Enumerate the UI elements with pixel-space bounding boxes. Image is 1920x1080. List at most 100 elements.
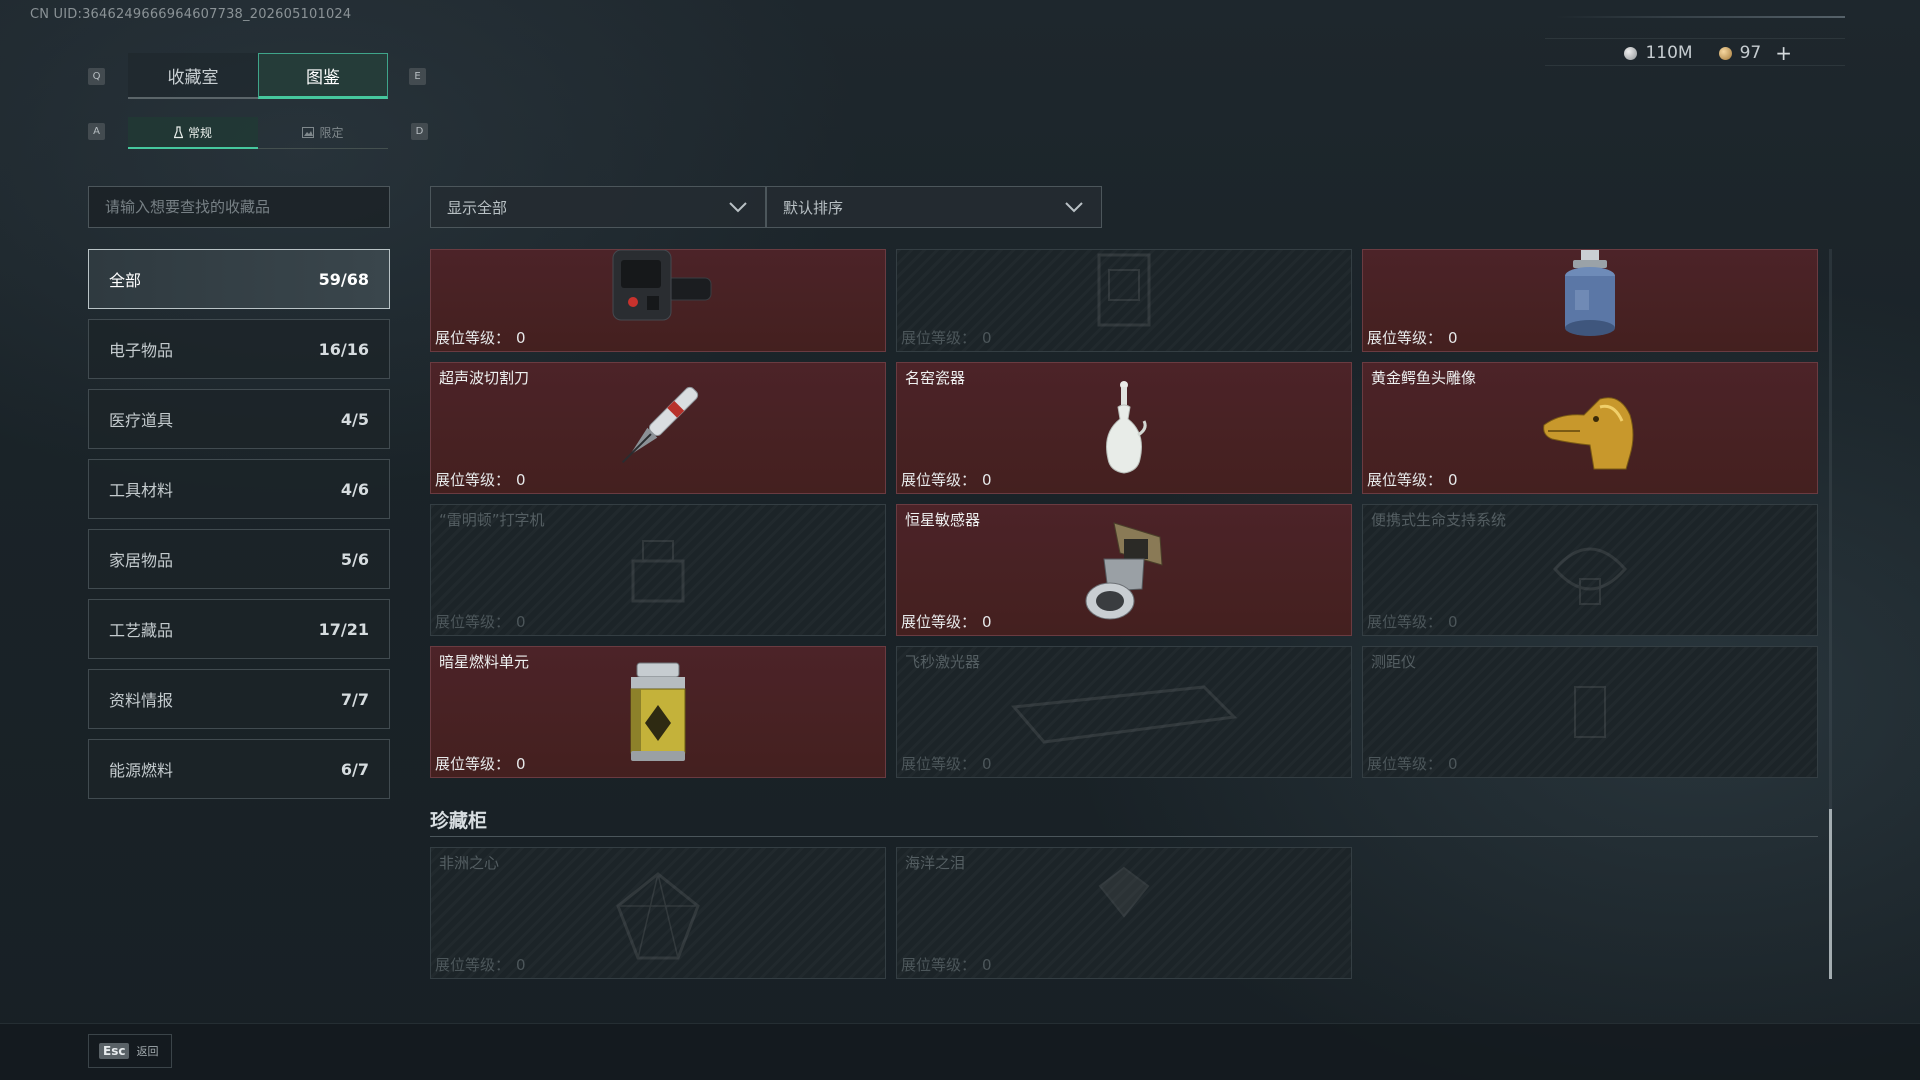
category-count: 59/68: [318, 269, 369, 289]
category-count: 17/21: [318, 619, 369, 639]
typewriter-icon: [631, 540, 685, 603]
collection-card[interactable]: 名窑瓷器 展位等级： 0: [896, 362, 1352, 494]
unknown-item-icon: [1097, 253, 1151, 327]
collection-card[interactable]: 展位等级： 0: [1362, 249, 1818, 352]
category-count: 4/5: [340, 409, 369, 429]
back-label: 返回: [136, 1045, 159, 1058]
category-count: 7/7: [340, 689, 369, 709]
scrollbar-thumb[interactable]: [1829, 809, 1832, 979]
display-level: 展位等级： 0: [435, 613, 526, 631]
gold-currency: 97 +: [1718, 41, 1792, 65]
diamond-icon: [616, 872, 700, 960]
silver-amount: 110M: [1645, 43, 1693, 63]
category-list: 全部 59/68 电子物品 16/16 医疗道具 4/5 工具材料 4/6 家居物品 5/…: [88, 249, 390, 809]
collection-card-locked[interactable]: 展位等级： 0: [896, 249, 1352, 352]
key-hint-e: E: [409, 68, 426, 85]
display-level: 展位等级： 0: [901, 613, 992, 631]
subtab-limited[interactable]: 限定: [258, 117, 388, 149]
collection-card[interactable]: 暗星燃料单元 展位等级： 0: [430, 646, 886, 778]
silver-currency: 110M: [1624, 43, 1693, 63]
display-level: 展位等级： 0: [901, 471, 992, 489]
category-all[interactable]: 全部 59/68: [88, 249, 390, 309]
add-currency-button[interactable]: +: [1775, 41, 1792, 65]
cabinet-section-title: 珍藏柜: [430, 810, 488, 832]
cabinet-card-locked[interactable]: 海洋之泪 展位等级： 0: [896, 847, 1352, 979]
chevron-down-icon: [1065, 202, 1083, 213]
category-label: 资料情报: [109, 691, 174, 710]
collection-card[interactable]: 恒星敏感器 展位等级： 0: [896, 504, 1352, 636]
search-input[interactable]: [105, 198, 373, 216]
display-level: 展位等级： 0: [901, 329, 992, 347]
star-sensor-icon: [1085, 522, 1163, 620]
tab-collection-room[interactable]: 收藏室: [128, 53, 258, 99]
display-level: 展位等级： 0: [901, 956, 992, 974]
category-crafts[interactable]: 工艺藏品 17/21: [88, 599, 390, 659]
display-level: 展位等级： 0: [1367, 755, 1458, 773]
main-tabs: 收藏室 图鉴: [128, 53, 388, 99]
display-level: 展位等级： 0: [901, 755, 992, 773]
category-label: 电子物品: [109, 341, 174, 360]
key-hint-q: Q: [88, 68, 105, 85]
key-hint-d: D: [411, 123, 428, 140]
tab-catalog[interactable]: 图鉴: [258, 53, 388, 99]
subtab-limited-label: 限定: [319, 126, 344, 140]
display-filter-value: 显示全部: [447, 198, 508, 217]
category-electronics[interactable]: 电子物品 16/16: [88, 319, 390, 379]
ultrasonic-cutter-icon: [621, 386, 699, 464]
currency-bar: 110M 97 +: [1624, 40, 1792, 66]
category-medical[interactable]: 医疗道具 4/5: [88, 389, 390, 449]
cabinet-card-locked[interactable]: 非洲之心 展位等级： 0: [430, 847, 886, 979]
collection-card[interactable]: 展位等级： 0: [430, 249, 886, 352]
item-name: 海洋之泪: [905, 854, 966, 872]
subtab-regular-label: 常规: [187, 125, 212, 140]
gas-canister-icon: [1565, 250, 1615, 336]
bottom-bar: [0, 1023, 1920, 1080]
category-intel[interactable]: 资料情报 7/7: [88, 669, 390, 729]
femtosecond-laser-icon: [1011, 685, 1238, 744]
display-filter-dropdown[interactable]: 显示全部: [430, 186, 766, 228]
porcelain-vase-icon: [1106, 381, 1147, 474]
category-count: 16/16: [318, 339, 369, 359]
category-label: 医疗道具: [109, 411, 174, 430]
search-box[interactable]: [88, 186, 390, 228]
category-label: 工艺藏品: [109, 621, 174, 640]
item-name: 便携式生命支持系统: [1371, 511, 1507, 529]
item-name: 飞秒激光器: [905, 653, 981, 671]
collection-card-locked[interactable]: 便携式生命支持系统 展位等级： 0: [1362, 504, 1818, 636]
category-household[interactable]: 家居物品 5/6: [88, 529, 390, 589]
image-icon: [302, 127, 315, 138]
category-label: 能源燃料: [109, 761, 174, 780]
gold-amount: 97: [1739, 43, 1762, 63]
collection-card[interactable]: 黄金鳄鱼头雕像 展位等级： 0: [1362, 362, 1818, 494]
collection-card[interactable]: 超声波切割刀 展位等级： 0: [430, 362, 886, 494]
fuel-cell-icon: [630, 662, 686, 761]
uid-label: CN UID:3646249666964607738_202605101024: [30, 7, 352, 22]
collection-card-locked[interactable]: 飞秒激光器 展位等级： 0: [896, 646, 1352, 778]
category-label: 家居物品: [109, 551, 174, 570]
item-name: 名窑瓷器: [905, 369, 966, 387]
sort-dropdown[interactable]: 默认排序: [766, 186, 1102, 228]
item-name: 非洲之心: [439, 854, 500, 872]
category-label: 全部: [109, 271, 142, 290]
display-level: 展位等级： 0: [435, 471, 526, 489]
subtab-regular[interactable]: 常规: [128, 117, 258, 149]
flask-icon: [173, 125, 183, 138]
rangefinder-icon: [1574, 686, 1606, 738]
category-tools[interactable]: 工具材料 4/6: [88, 459, 390, 519]
sub-tabs: 常规 限定: [128, 117, 388, 149]
category-count: 6/7: [340, 759, 369, 779]
sort-value: 默认排序: [783, 198, 844, 217]
grid-scrollbar[interactable]: [1829, 249, 1832, 979]
back-button[interactable]: Esc 返回: [88, 1034, 172, 1068]
section-divider: [430, 836, 1818, 837]
top-decor-line: [1555, 16, 1845, 18]
display-level: 展位等级： 0: [435, 755, 526, 773]
display-level: 展位等级： 0: [1367, 613, 1458, 631]
display-level: 展位等级： 0: [435, 329, 526, 347]
item-name: 测距仪: [1371, 653, 1417, 671]
category-count: 5/6: [340, 549, 369, 569]
category-energy[interactable]: 能源燃料 6/7: [88, 739, 390, 799]
gem-icon: [1098, 866, 1150, 918]
collection-card-locked[interactable]: “雷明顿”打字机 展位等级： 0: [430, 504, 886, 636]
collection-card-locked[interactable]: 测距仪 展位等级： 0: [1362, 646, 1818, 778]
